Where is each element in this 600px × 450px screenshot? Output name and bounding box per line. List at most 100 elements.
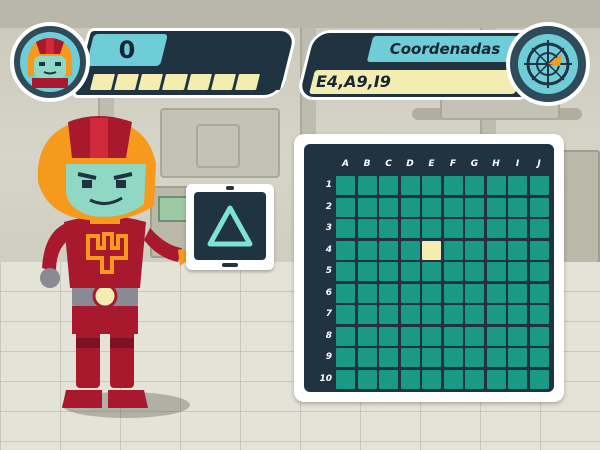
grid-cell-i5[interactable] bbox=[508, 262, 527, 281]
grid-cell-h5[interactable] bbox=[486, 262, 506, 281]
grid-cell-e2[interactable] bbox=[422, 197, 441, 217]
grid-cell-c5[interactable] bbox=[379, 262, 398, 281]
grid-cell-j5[interactable] bbox=[529, 262, 549, 281]
grid-cell-d6[interactable] bbox=[400, 283, 420, 303]
grid-cell-f8[interactable] bbox=[443, 326, 463, 346]
grid-cell-f3[interactable] bbox=[443, 219, 463, 238]
grid-cell-c6[interactable] bbox=[379, 283, 398, 303]
grid-cell-b8[interactable] bbox=[357, 326, 377, 346]
grid-cell-e10[interactable] bbox=[422, 369, 441, 389]
grid-cell-f1[interactable] bbox=[443, 176, 463, 195]
grid-cell-d1[interactable] bbox=[400, 176, 420, 195]
grid-cell-i8[interactable] bbox=[508, 326, 527, 346]
grid-cell-h6[interactable] bbox=[486, 283, 506, 303]
grid-cell-c4[interactable] bbox=[379, 240, 398, 260]
grid-cell-h2[interactable] bbox=[486, 197, 506, 217]
grid-cell-h9[interactable] bbox=[486, 348, 506, 367]
grid-cell-b3[interactable] bbox=[357, 219, 377, 238]
grid-cell-d9[interactable] bbox=[400, 348, 420, 367]
grid-cell-j3[interactable] bbox=[529, 219, 549, 238]
grid-cell-g3[interactable] bbox=[465, 219, 484, 238]
grid-cell-b6[interactable] bbox=[357, 283, 377, 303]
grid-cell-g8[interactable] bbox=[465, 326, 484, 346]
grid-cell-j10[interactable] bbox=[529, 369, 549, 389]
grid-cell-i10[interactable] bbox=[508, 369, 527, 389]
grid-cell-c2[interactable] bbox=[379, 197, 398, 217]
grid-cell-c9[interactable] bbox=[379, 348, 398, 367]
grid-cell-d5[interactable] bbox=[400, 262, 420, 281]
grid-cell-g5[interactable] bbox=[465, 262, 484, 281]
grid-cell-h7[interactable] bbox=[486, 305, 506, 324]
grid-cell-h3[interactable] bbox=[486, 219, 506, 238]
grid-cell-a5[interactable] bbox=[336, 262, 355, 281]
grid-cell-g6[interactable] bbox=[465, 283, 484, 303]
grid-cell-g9[interactable] bbox=[465, 348, 484, 367]
grid-cell-j6[interactable] bbox=[529, 283, 549, 303]
grid-cell-b5[interactable] bbox=[357, 262, 377, 281]
grid-cell-f9[interactable] bbox=[443, 348, 463, 367]
compass-button[interactable] bbox=[506, 22, 590, 106]
grid-cell-e1[interactable] bbox=[422, 176, 441, 195]
grid-cell-g7[interactable] bbox=[465, 305, 484, 324]
grid-cell-i7[interactable] bbox=[508, 305, 527, 324]
grid-cell-b2[interactable] bbox=[357, 197, 377, 217]
grid-cell-e3[interactable] bbox=[422, 219, 441, 238]
grid-cell-i2[interactable] bbox=[508, 197, 527, 217]
grid-cell-b7[interactable] bbox=[357, 305, 377, 324]
grid-cell-e5[interactable] bbox=[422, 262, 441, 281]
grid-cell-b9[interactable] bbox=[357, 348, 377, 367]
grid-cell-j7[interactable] bbox=[529, 305, 549, 324]
grid-cell-e8[interactable] bbox=[422, 326, 441, 346]
grid-cell-e6[interactable] bbox=[422, 283, 441, 303]
grid-cell-a7[interactable] bbox=[336, 305, 355, 324]
grid-cell-j2[interactable] bbox=[529, 197, 549, 217]
grid-cell-b1[interactable] bbox=[357, 176, 377, 195]
grid-cell-i4[interactable] bbox=[508, 240, 527, 260]
grid-cell-c10[interactable] bbox=[379, 369, 398, 389]
grid-cell-j8[interactable] bbox=[529, 326, 549, 346]
grid-cell-c7[interactable] bbox=[379, 305, 398, 324]
grid-cell-h4[interactable] bbox=[486, 240, 506, 260]
grid-cell-g2[interactable] bbox=[465, 197, 484, 217]
grid-cell-a10[interactable] bbox=[336, 369, 355, 389]
grid-cell-i9[interactable] bbox=[508, 348, 527, 367]
grid-cell-h8[interactable] bbox=[486, 326, 506, 346]
grid-cell-d8[interactable] bbox=[400, 326, 420, 346]
grid-cell-b10[interactable] bbox=[357, 369, 377, 389]
grid-cell-a6[interactable] bbox=[336, 283, 355, 303]
grid-cell-c3[interactable] bbox=[379, 219, 398, 238]
grid-cell-f4[interactable] bbox=[443, 240, 463, 260]
grid-cell-a4[interactable] bbox=[336, 240, 355, 260]
grid-cell-h1[interactable] bbox=[486, 176, 506, 195]
grid-cell-d10[interactable] bbox=[400, 369, 420, 389]
grid-cell-g4[interactable] bbox=[465, 240, 484, 260]
grid-cell-c8[interactable] bbox=[379, 326, 398, 346]
grid-cell-j9[interactable] bbox=[529, 348, 549, 367]
grid-cell-g10[interactable] bbox=[465, 369, 484, 389]
grid-cell-i6[interactable] bbox=[508, 283, 527, 303]
grid-cell-d2[interactable] bbox=[400, 197, 420, 217]
grid-cell-i1[interactable] bbox=[508, 176, 527, 195]
grid-cell-a2[interactable] bbox=[336, 197, 355, 217]
grid-cell-d3[interactable] bbox=[400, 219, 420, 238]
grid-cell-f6[interactable] bbox=[443, 283, 463, 303]
grid-cell-h10[interactable] bbox=[486, 369, 506, 389]
grid-cell-f5[interactable] bbox=[443, 262, 463, 281]
grid-cell-c1[interactable] bbox=[379, 176, 398, 195]
grid-cell-d4[interactable] bbox=[400, 240, 420, 260]
grid-cell-j4[interactable] bbox=[529, 240, 549, 260]
grid-cell-e4[interactable] bbox=[422, 240, 441, 260]
grid-cell-g1[interactable] bbox=[465, 176, 484, 195]
grid-cell-a1[interactable] bbox=[336, 176, 355, 195]
grid-cell-e9[interactable] bbox=[422, 348, 441, 367]
grid-cell-a9[interactable] bbox=[336, 348, 355, 367]
grid-cell-a3[interactable] bbox=[336, 219, 355, 238]
grid-cell-e7[interactable] bbox=[422, 305, 441, 324]
grid-cell-j1[interactable] bbox=[529, 176, 549, 195]
grid-cell-i3[interactable] bbox=[508, 219, 527, 238]
grid-cell-f10[interactable] bbox=[443, 369, 463, 389]
grid-cell-f2[interactable] bbox=[443, 197, 463, 217]
grid-cell-d7[interactable] bbox=[400, 305, 420, 324]
grid-cell-f7[interactable] bbox=[443, 305, 463, 324]
grid-cell-a8[interactable] bbox=[336, 326, 355, 346]
